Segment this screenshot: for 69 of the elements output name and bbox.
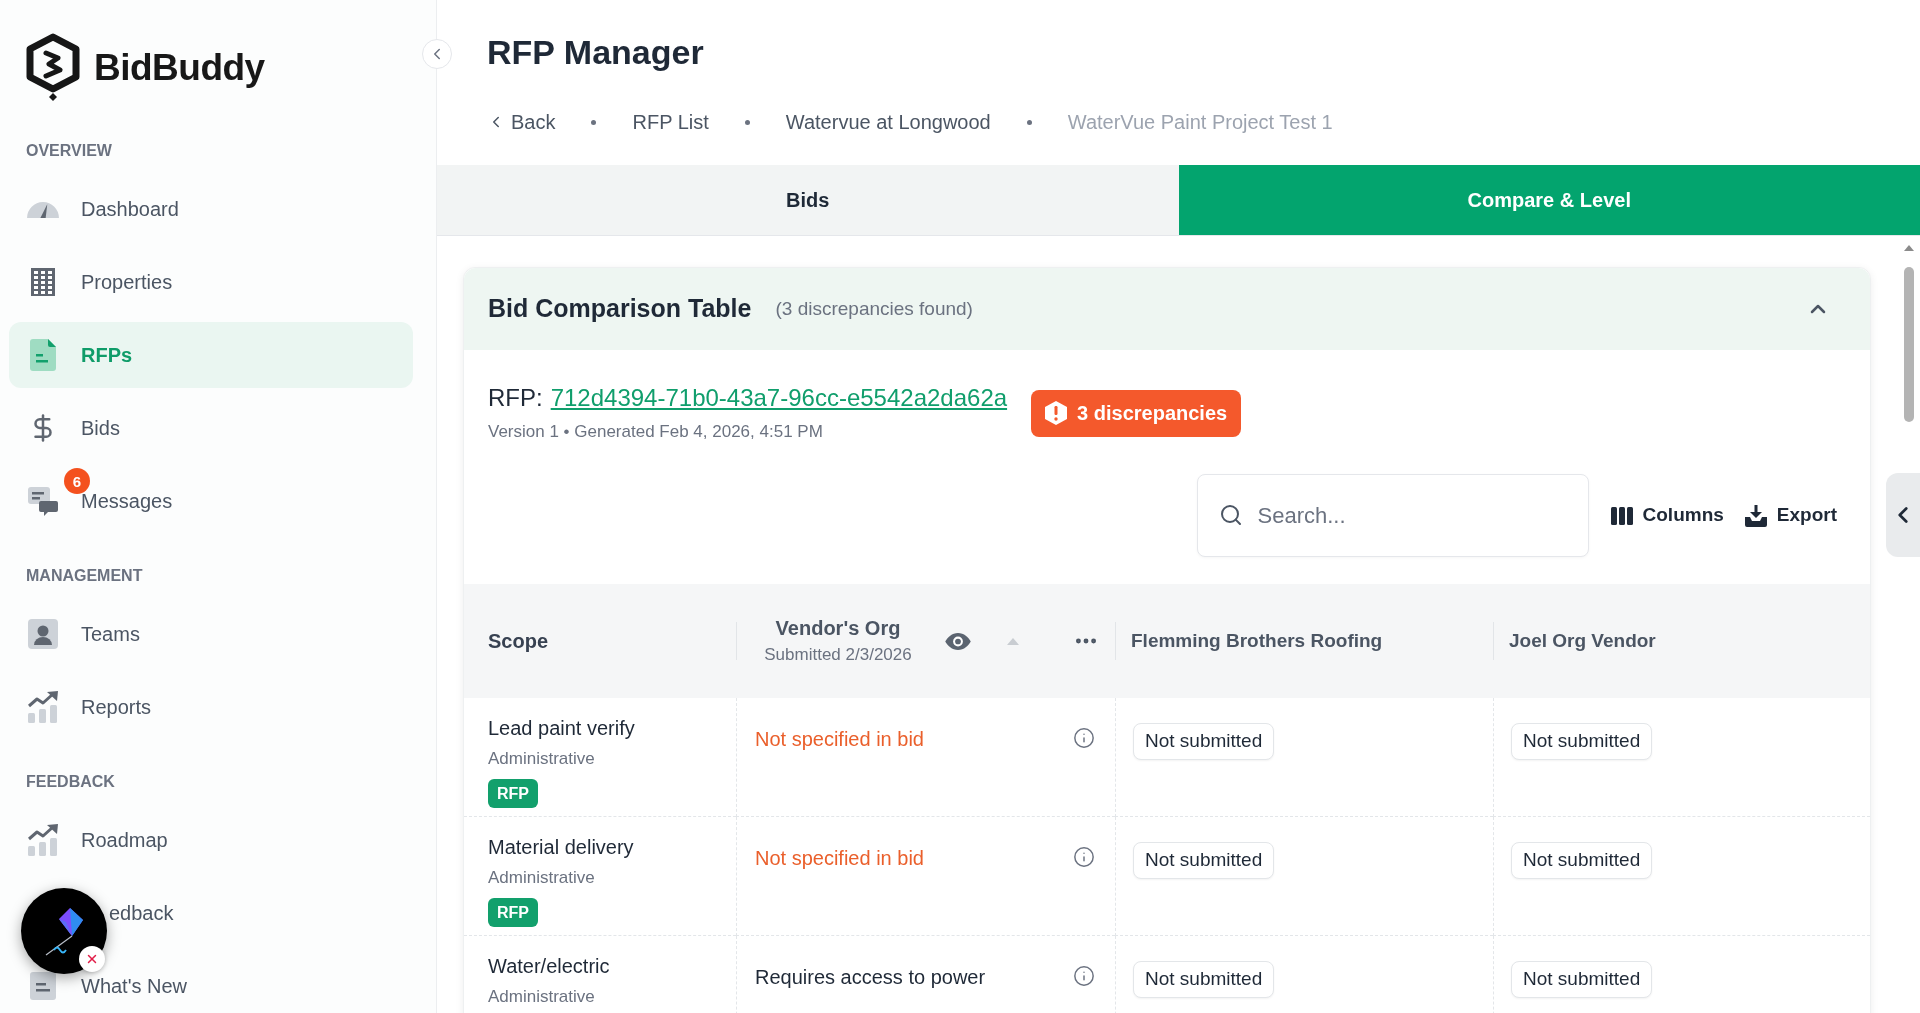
rfp-tag: RFP — [488, 898, 538, 927]
hexagon-logo-icon — [25, 33, 81, 101]
scope-name: Lead paint verify — [488, 716, 635, 741]
rfp-tag: RFP — [488, 779, 538, 808]
scrollbar-thumb[interactable] — [1904, 267, 1914, 422]
sidebar-item[interactable]: edback — [9, 880, 413, 946]
close-icon — [85, 952, 99, 966]
chat-bubbles-icon — [28, 486, 58, 516]
bid-value: Requires access to power — [755, 965, 986, 990]
document-icon — [30, 339, 56, 371]
scope-name: Water/electric — [488, 954, 610, 979]
back-link[interactable]: Back — [487, 110, 556, 134]
panel-toggle-button[interactable] — [1886, 473, 1920, 557]
search-icon — [1218, 503, 1243, 527]
chart-trend-icon — [27, 824, 59, 856]
section-label: OVERVIEW — [26, 141, 112, 161]
submission-status: Not submitted — [1133, 842, 1275, 879]
version-info: Version 1 • Generated Feb 4, 2026, 4:51 PM — [488, 421, 824, 443]
page-title: RFP Manager — [487, 32, 704, 72]
submission-status: Not submitted — [1511, 842, 1653, 879]
rfp-label: RFP: — [488, 383, 543, 413]
scope-category: Administrative — [488, 867, 595, 889]
column-header: Joel Org Vendor — [1509, 628, 1656, 653]
scope-name: Material delivery — [488, 835, 634, 860]
brand-name: BidBuddy — [94, 49, 265, 86]
breadcrumb-link[interactable]: Watervue at Longwood — [785, 110, 991, 134]
columns-icon — [1610, 506, 1633, 525]
scope-category: Administrative — [488, 748, 595, 770]
column-header: Vendor's Org — [775, 616, 901, 641]
gauge-icon — [27, 200, 59, 218]
scope-category: Administrative — [488, 986, 595, 1008]
sidebar-item[interactable]: Bids — [9, 395, 413, 461]
submission-status: Not submitted — [1133, 723, 1275, 760]
chart-trend-icon — [27, 691, 59, 723]
building-icon — [31, 268, 55, 296]
breadcrumb-link[interactable]: RFP List — [632, 110, 709, 134]
sidebar-item[interactable]: Teams — [9, 601, 413, 667]
submission-status: Not submitted — [1511, 961, 1653, 998]
export-button[interactable]: Export — [1744, 501, 1837, 530]
column-header: Scope — [488, 629, 549, 654]
column-header: Flemming Brothers Roofing — [1131, 628, 1383, 653]
section-label: MANAGEMENT — [26, 566, 143, 586]
sidebar-item[interactable]: What's New — [9, 953, 413, 1013]
sidebar-item[interactable]: Reports — [9, 674, 413, 740]
eye-icon[interactable] — [945, 632, 971, 650]
unread-count: 6 — [64, 468, 90, 494]
info-icon[interactable] — [1073, 846, 1095, 868]
bid-value: Not specified in bid — [755, 727, 924, 752]
search-field[interactable]: Search... — [1196, 474, 1589, 557]
scroll-up-arrow-icon[interactable] — [1904, 245, 1914, 251]
sidebar-item[interactable]: Messages 6 — [9, 468, 413, 534]
submission-status: Not submitted — [1133, 961, 1275, 998]
card-title: Bid Comparison Table — [488, 293, 752, 325]
note-icon — [30, 972, 56, 1000]
columns-button[interactable]: Columns — [1610, 501, 1724, 530]
sidebar-item[interactable]: Roadmap — [9, 807, 413, 873]
alert-icon — [1045, 401, 1068, 425]
sidebar-item[interactable]: Properties — [9, 249, 413, 315]
info-icon[interactable] — [1073, 727, 1095, 749]
section-label: FEEDBACK — [26, 772, 115, 792]
discrepancy-summary: (3 discrepancies found) — [775, 296, 973, 321]
user-icon — [28, 619, 58, 649]
bid-value: Not specified in bid — [755, 846, 924, 871]
download-icon — [1744, 504, 1767, 527]
submission-date: Submitted 2/3/2026 — [764, 644, 912, 666]
sidebar-item[interactable]: Dashboard — [9, 176, 413, 242]
submission-status: Not submitted — [1511, 723, 1653, 760]
tab[interactable]: Bids — [437, 165, 1179, 235]
info-icon[interactable] — [1073, 965, 1095, 987]
